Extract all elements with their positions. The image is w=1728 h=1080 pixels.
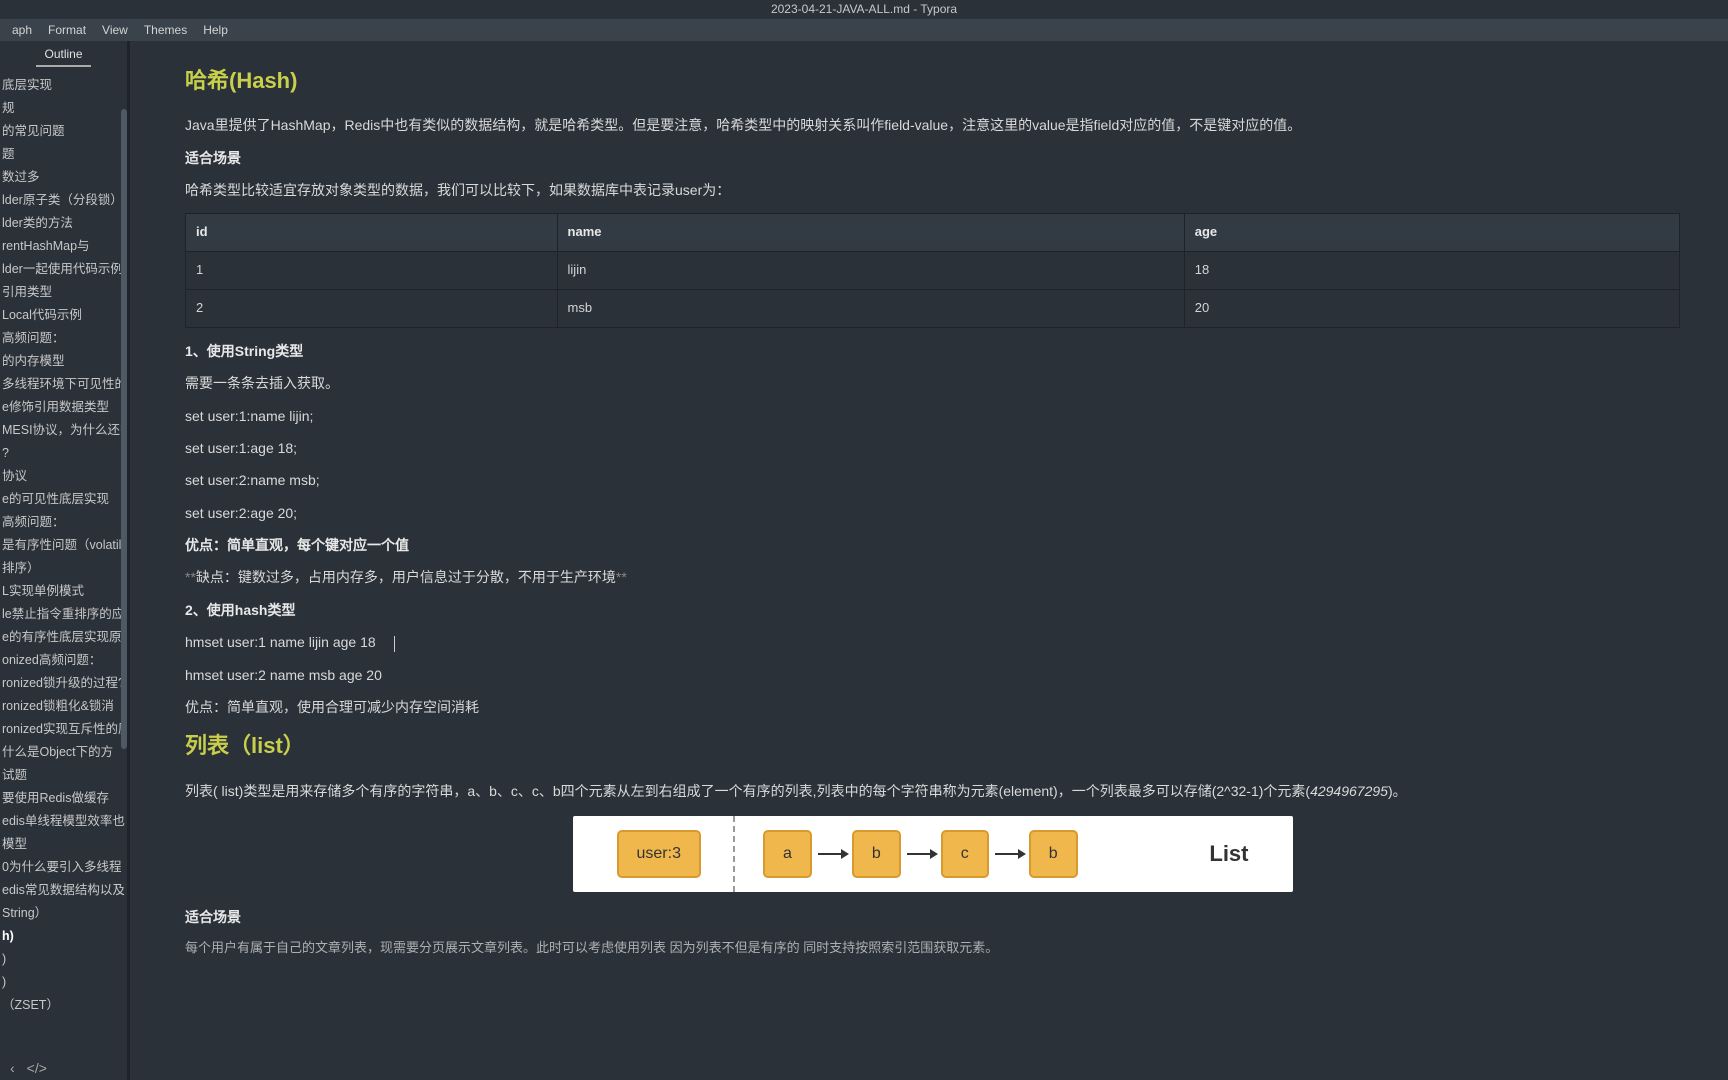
menu-item-view[interactable]: View (94, 23, 136, 37)
diagram-node: a (763, 830, 812, 878)
sidebar: Outline 底层实现规的常见问题题数过多lder原子类（分段锁）lder类的… (0, 41, 130, 1080)
outline-item[interactable]: MESI协议，为什么还需 (0, 418, 127, 441)
outline-item[interactable]: 高频问题： (0, 510, 127, 533)
outline-item[interactable]: 的内存模型 (0, 349, 127, 372)
back-icon[interactable]: ‹ (10, 1060, 15, 1076)
paragraph: 需要一条条去插入获取。 (185, 372, 1680, 394)
outline-item[interactable]: lder原子类（分段锁） (0, 188, 127, 211)
code-line: set user:1:name lijin; (185, 405, 1680, 427)
code-line: hmset user:1 name lijin age 18 (185, 631, 1680, 653)
user-table: id name age 1 lijin 18 2 msb 20 (185, 213, 1680, 327)
code-line: hmset user:2 name msb age 20 (185, 664, 1680, 686)
subheading-scene: 适合场景 (185, 906, 1680, 928)
outline-item[interactable]: e修饰引用数据类型 (0, 395, 127, 418)
outline-item[interactable]: String） (0, 901, 127, 924)
heading-list: 列表（list） (185, 728, 1680, 763)
outline-item[interactable]: le禁止指令重排序的应 (0, 602, 127, 625)
outline-item[interactable]: 引用类型 (0, 280, 127, 303)
th-id: id (186, 214, 558, 252)
outline-item[interactable]: 数过多 (0, 165, 127, 188)
editor-content[interactable]: 哈希(Hash) Java里提供了HashMap，Redis中也有类似的数据结构… (133, 41, 1728, 1080)
outline-item[interactable]: 0为什么要引入多线程 (0, 855, 127, 878)
outline-item[interactable]: ) (0, 970, 127, 993)
window-title: 2023-04-21-JAVA-ALL.md - Typora (0, 0, 1728, 19)
text-cursor (394, 636, 395, 652)
subheading: 2、使用hash类型 (185, 599, 1680, 621)
outline-item[interactable]: ronized锁升级的过程? (0, 671, 127, 694)
arrow-icon (812, 853, 852, 855)
paragraph: 哈希类型比较适宜存放对象类型的数据，我们可以比较下，如果数据库中表记录user为… (185, 179, 1680, 201)
table-header-row: id name age (186, 214, 1680, 252)
outline-item[interactable]: 题 (0, 142, 127, 165)
outline-item[interactable]: ronized实现互斥性的原 (0, 717, 127, 740)
outline-item[interactable]: 底层实现 (0, 73, 127, 96)
outline-item[interactable]: 排序） (0, 556, 127, 579)
outline-item[interactable]: e的有序性底层实现原理 (0, 625, 127, 648)
outline-item[interactable]: lder一起使用代码示例 (0, 257, 127, 280)
table-row: 2 msb 20 (186, 289, 1680, 327)
outline-item[interactable]: 高频问题： (0, 326, 127, 349)
outline-item[interactable]: L实现单例模式 (0, 579, 127, 602)
paragraph: 列表( list)类型是用来存储多个有序的字符串，a、b、c、c、b四个元素从左… (185, 780, 1680, 802)
outline-item[interactable]: edis单线程模型效率也 (0, 809, 127, 832)
diagram-label: List (1209, 836, 1248, 871)
advantage-text: 优点：简单直观，每个键对应一个值 (185, 534, 1680, 556)
advantage-text: 优点：简单直观，使用合理可减少内存空间消耗 (185, 696, 1680, 718)
outline-item[interactable]: h) (0, 924, 127, 947)
th-name: name (557, 214, 1184, 252)
diagram-key-box: user:3 (617, 830, 701, 878)
outline-item[interactable]: onized高频问题： (0, 648, 127, 671)
sidebar-tab-outline[interactable]: Outline (0, 41, 127, 67)
menu-item-help[interactable]: Help (195, 23, 236, 37)
disadvantage-text: **缺点：键数过多，占用内存多，用户信息过于分散，不用于生产环境** (185, 566, 1680, 588)
list-diagram: user:3 a b c b List (573, 816, 1293, 892)
outline-item[interactable]: 模型 (0, 832, 127, 855)
outline-item[interactable]: lder类的方法 (0, 211, 127, 234)
outline-item[interactable]: rentHashMap与 (0, 234, 127, 257)
paragraph: 每个用户有属于自己的文章列表，现需要分页展示文章列表。此时可以考虑使用列表 因为… (185, 938, 1680, 959)
diagram-divider (733, 816, 735, 892)
table-row: 1 lijin 18 (186, 252, 1680, 290)
code-line: set user:2:name msb; (185, 469, 1680, 491)
source-mode-icon[interactable]: </> (27, 1060, 47, 1076)
outline-item[interactable]: ) (0, 947, 127, 970)
outline-item[interactable]: Local代码示例 (0, 303, 127, 326)
sidebar-scrollbar[interactable] (121, 109, 127, 749)
outline-item[interactable]: ? (0, 441, 127, 464)
diagram-node: b (1029, 830, 1078, 878)
outline-item[interactable]: ronized锁粗化&锁消 (0, 694, 127, 717)
code-line: set user:1:age 18; (185, 437, 1680, 459)
outline-item[interactable]: 协议 (0, 464, 127, 487)
outline-item[interactable]: 多线程环境下可见性的方 (0, 372, 127, 395)
code-line: set user:2:age 20; (185, 502, 1680, 524)
outline-item[interactable]: （ZSET） (0, 993, 127, 1016)
subheading-scene: 适合场景 (185, 147, 1680, 169)
outline-item[interactable]: edis常见数据结构以及 (0, 878, 127, 901)
subheading: 1、使用String类型 (185, 340, 1680, 362)
outline-item[interactable]: 什么是Object下的方 (0, 740, 127, 763)
diagram-node: b (852, 830, 901, 878)
sidebar-footer: ‹ </> (0, 1056, 130, 1080)
outline-item[interactable]: 的常见问题 (0, 119, 127, 142)
outline-item[interactable]: 试题 (0, 763, 127, 786)
menubar: aph Format View Themes Help (0, 19, 1728, 41)
outline-item[interactable]: 是有序性问题（volatile禁 (0, 533, 127, 556)
outline-item[interactable]: 要使用Redis做缓存 (0, 786, 127, 809)
diagram-node: c (941, 830, 989, 878)
outline-item[interactable]: 规 (0, 96, 127, 119)
menu-item-themes[interactable]: Themes (136, 23, 195, 37)
menu-item-format[interactable]: Format (40, 23, 94, 37)
arrow-icon (901, 853, 941, 855)
menu-item-aph[interactable]: aph (4, 23, 40, 37)
th-age: age (1184, 214, 1679, 252)
paragraph: Java里提供了HashMap，Redis中也有类似的数据结构，就是哈希类型。但… (185, 114, 1680, 136)
arrow-icon (989, 853, 1029, 855)
heading-hash: 哈希(Hash) (185, 63, 1680, 98)
outline-item[interactable]: e的可见性底层实现 (0, 487, 127, 510)
outline-list: 底层实现规的常见问题题数过多lder原子类（分段锁）lder类的方法rentHa… (0, 67, 127, 1016)
